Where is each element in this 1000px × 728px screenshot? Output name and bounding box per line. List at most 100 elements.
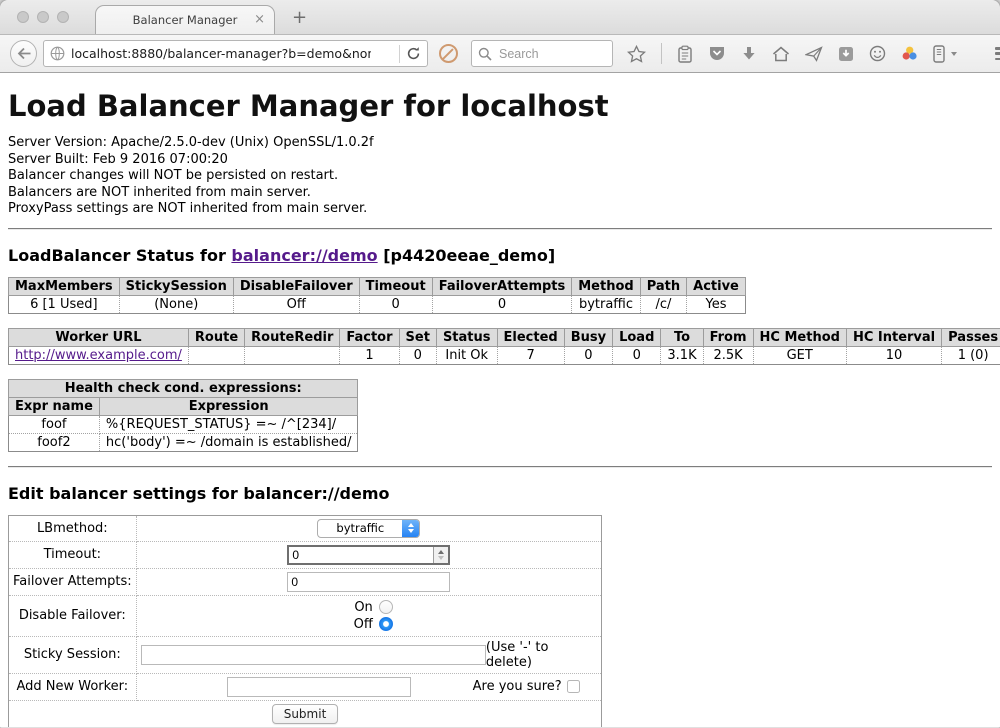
failover-attempts-label: Failover Attempts: [9, 568, 137, 595]
search-input[interactable] [497, 46, 592, 62]
health-table-title: Health check cond. expressions: [9, 379, 358, 397]
timeout-field-wrap [287, 545, 450, 565]
table-title-row: Health check cond. expressions: [9, 379, 358, 397]
table-header-row: Worker URL Route RouteRedir Factor Set S… [9, 328, 1000, 346]
reload-icon[interactable] [406, 46, 421, 61]
are-you-sure-checkbox[interactable] [567, 680, 580, 693]
cell-disablefailover: Off [233, 295, 359, 313]
minimize-window-button[interactable] [37, 11, 49, 23]
tab-close-icon[interactable]: × [254, 12, 265, 27]
device-menu-caret-icon[interactable] [951, 52, 957, 56]
col-worker-url: Worker URL [9, 328, 189, 346]
col-status: Status [436, 328, 497, 346]
col-stickysession: StickySession [119, 277, 233, 295]
table-row: foof %{REQUEST_STATUS} =~ /^[234]/ [9, 415, 358, 433]
sticky-delete-hint: (Use '-' to delete) [486, 640, 597, 670]
cell-busy: 0 [564, 346, 612, 364]
form-row-disable-failover: Disable Failover: On Off [9, 595, 602, 636]
col-timeout: Timeout [359, 277, 432, 295]
search-box[interactable] [471, 40, 613, 67]
sticky-session-input[interactable] [141, 645, 486, 665]
lbmethod-select[interactable]: bytraffic [317, 519, 420, 538]
col-disablefailover: DisableFailover [233, 277, 359, 295]
number-spinner-icon[interactable] [433, 547, 448, 563]
adblock-icon[interactable] [439, 44, 458, 63]
add-worker-label: Add New Worker: [9, 673, 137, 700]
timeout-input[interactable] [289, 547, 433, 563]
cell-method: bytraffic [572, 295, 640, 313]
server-built-line: Server Built: Feb 9 2016 07:00:20 [8, 152, 992, 169]
balancer-status-table: MaxMembers StickySession DisableFailover… [8, 277, 746, 314]
url-divider [399, 45, 400, 63]
worker-url-link[interactable]: http://www.example.com/ [15, 348, 182, 363]
table-row: 6 [1 Used] (None) Off 0 0 bytraffic /c/ … [9, 295, 746, 313]
col-to: To [661, 328, 703, 346]
submit-button[interactable]: Submit [272, 704, 339, 724]
cell-hc-method: GET [753, 346, 846, 364]
form-row-submit: Submit [9, 700, 602, 727]
tab-balancer-manager[interactable]: Balancer Manager × [95, 5, 275, 34]
are-you-sure-label: Are you sure? [473, 679, 562, 694]
extension-download-icon[interactable] [838, 46, 854, 62]
cell-maxmembers: 6 [1 Used] [9, 295, 120, 313]
menu-icon[interactable] [995, 47, 1000, 60]
home-icon[interactable] [772, 46, 790, 62]
downloads-icon[interactable] [741, 46, 757, 62]
server-version-line: Server Version: Apache/2.5.0-dev (Unix) … [8, 135, 992, 152]
cell-route [188, 346, 244, 364]
cell-from: 2.5K [703, 346, 753, 364]
send-icon[interactable] [805, 46, 823, 62]
col-passes: Passes [942, 328, 1000, 346]
cell-status: Init Ok [436, 346, 497, 364]
select-stepper-icon [402, 519, 419, 538]
page-content: Load Balancer Manager for localhost Serv… [0, 73, 1000, 727]
failover-attempts-input[interactable] [287, 572, 450, 592]
cell-routeredir [245, 346, 340, 364]
device-icon[interactable] [933, 45, 945, 63]
table-row: http://www.example.com/ 1 0 Init Ok 7 0 … [9, 346, 1000, 364]
worker-status-table: Worker URL Route RouteRedir Factor Set S… [8, 328, 1000, 365]
table-row: foof2 hc('body') =~ /domain is establish… [9, 433, 358, 451]
add-worker-input[interactable] [227, 677, 411, 697]
failover-off-radio[interactable] [379, 617, 393, 631]
col-busy: Busy [564, 328, 612, 346]
persist-notice-line: Balancer changes will NOT be persisted o… [8, 168, 992, 185]
status-heading-prefix: LoadBalancer Status for [8, 246, 231, 265]
browser-window: Balancer Manager × + localhost:8880/bala… [0, 0, 1000, 728]
col-expr-name: Expr name [9, 397, 100, 415]
cell-expression: %{REQUEST_STATUS} =~ /^[234]/ [99, 415, 358, 433]
col-active: Active [687, 277, 746, 295]
pocket-icon[interactable] [708, 45, 726, 62]
form-row-failover-attempts: Failover Attempts: [9, 568, 602, 595]
failover-on-radio[interactable] [379, 600, 393, 614]
clipboard-icon[interactable] [677, 45, 693, 63]
cell-stickysession: (None) [119, 295, 233, 313]
cell-active: Yes [687, 295, 746, 313]
close-window-button[interactable] [17, 11, 29, 23]
zoom-window-button[interactable] [57, 11, 69, 23]
color-dots-icon[interactable] [901, 45, 918, 62]
back-button[interactable] [10, 40, 37, 67]
cell-worker-url: http://www.example.com/ [9, 346, 189, 364]
disable-failover-label: Disable Failover: [9, 595, 137, 636]
edit-balancer-form: LBmethod: bytraffic Timeout: [8, 515, 602, 728]
form-row-lbmethod: LBmethod: bytraffic [9, 515, 602, 541]
proxypass-notice-line: ProxyPass settings are NOT inherited fro… [8, 201, 992, 218]
emoji-icon[interactable] [869, 45, 886, 62]
toolbar-separator [661, 43, 662, 64]
balancer-demo-link[interactable]: balancer://demo [231, 246, 377, 265]
cell-load: 0 [613, 346, 661, 364]
url-bar[interactable]: localhost:8880/balancer-manager?b=demo&n… [43, 40, 428, 67]
col-elected: Elected [497, 328, 564, 346]
cell-to: 3.1K [661, 346, 703, 364]
new-tab-button[interactable]: + [292, 7, 307, 28]
section-divider [8, 466, 992, 468]
window-controls [17, 11, 69, 23]
cell-expr-name: foof [9, 415, 100, 433]
bookmark-star-icon[interactable] [627, 45, 646, 63]
url-text[interactable]: localhost:8880/balancer-manager?b=demo&n… [71, 46, 371, 61]
col-route: Route [188, 328, 244, 346]
form-row-add-worker: Add New Worker: Are you sure? [9, 673, 602, 700]
col-set: Set [399, 328, 436, 346]
col-routeredir: RouteRedir [245, 328, 340, 346]
